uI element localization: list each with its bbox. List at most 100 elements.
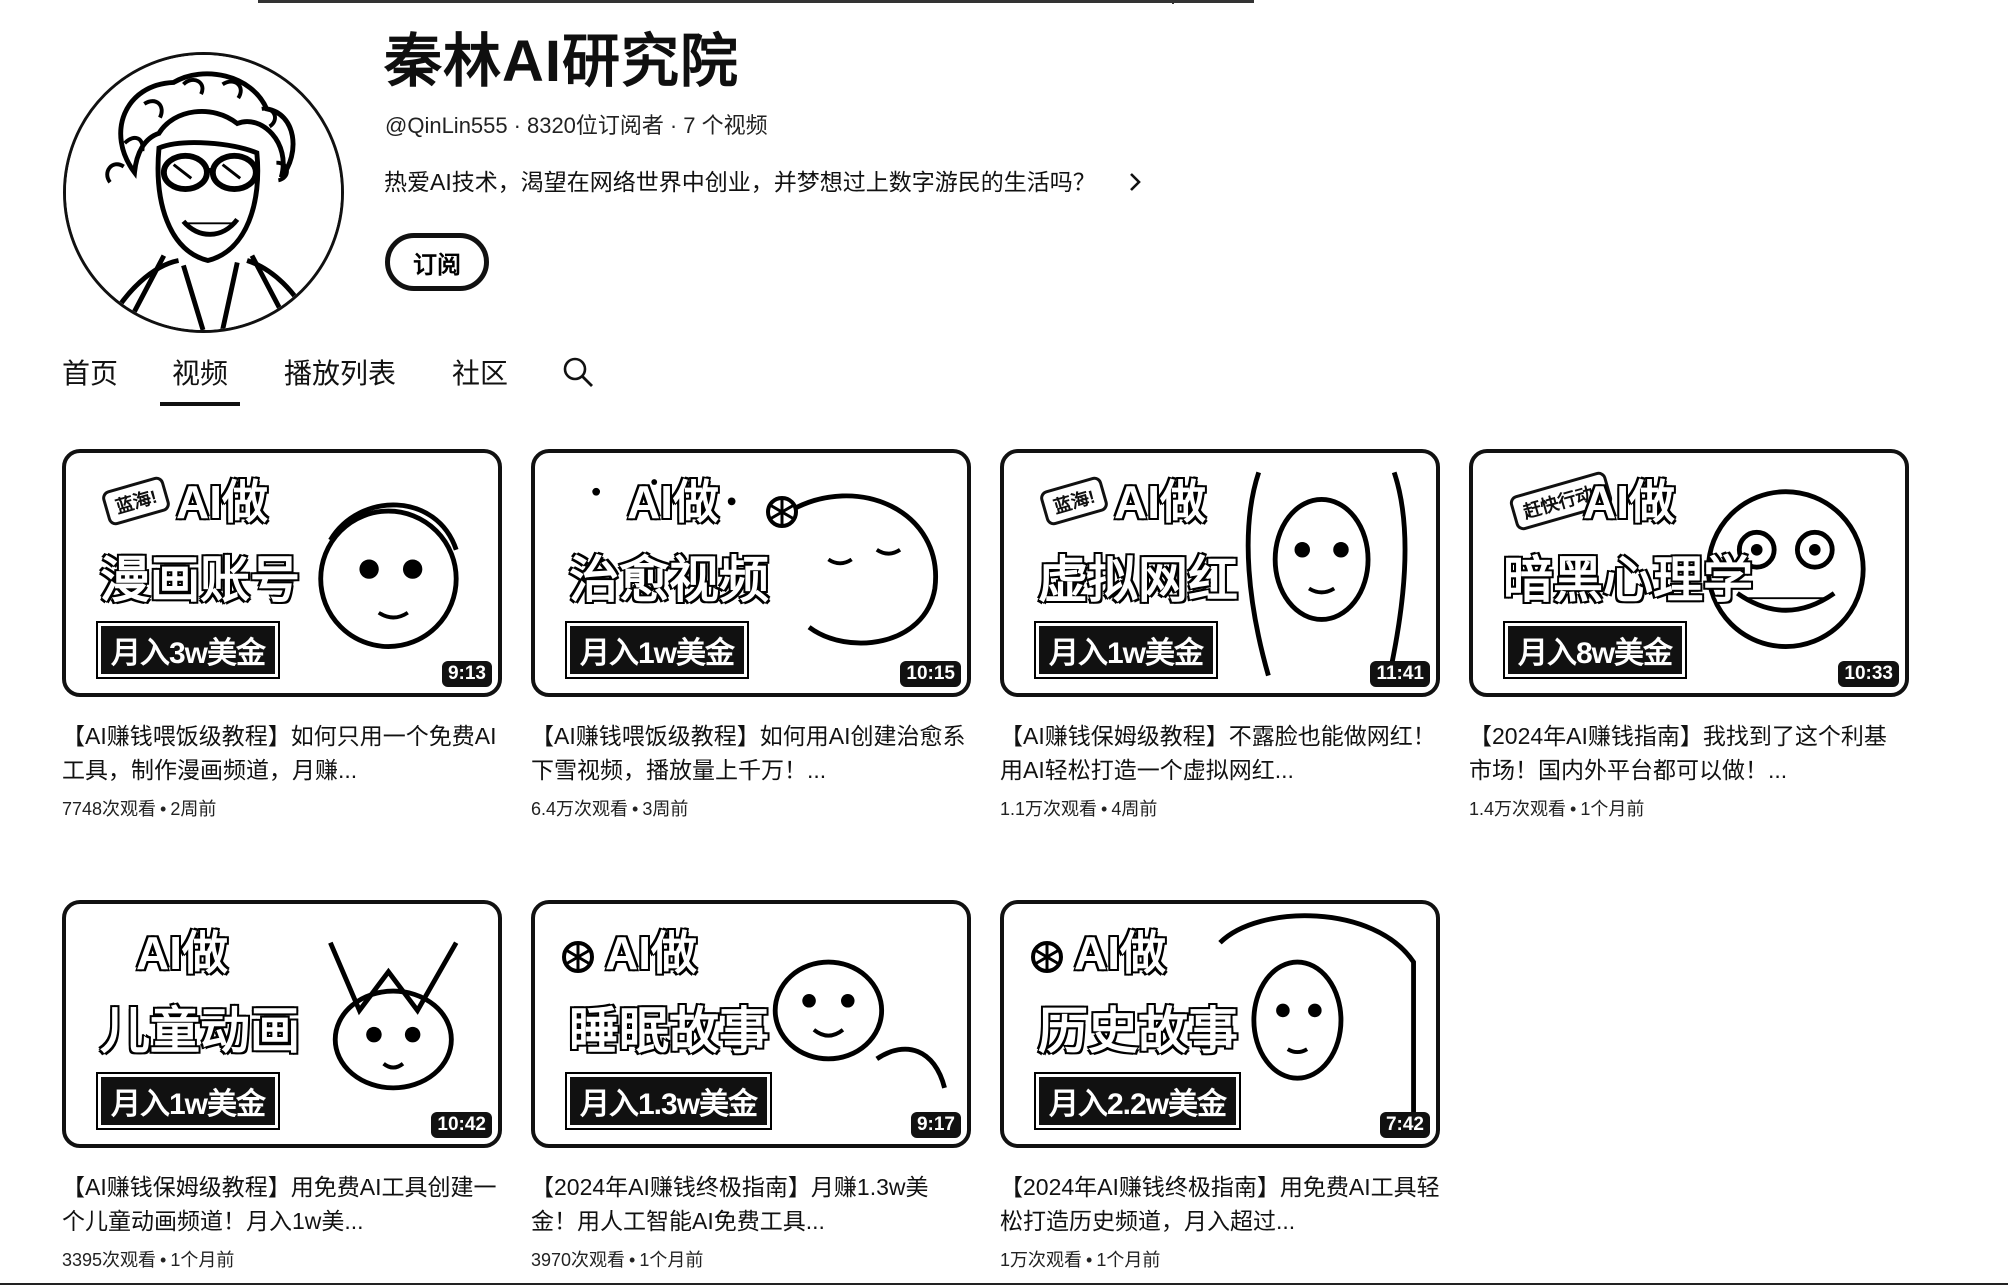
search-icon[interactable] (562, 356, 594, 388)
tab-videos[interactable]: 视频 (160, 340, 241, 406)
tab-home[interactable]: 首页 (62, 340, 118, 404)
video-thumbnail[interactable]: AI做 儿童动画 月入1w美金 10:42 (62, 900, 502, 1148)
video-stats: 6.4万次观看 • 3周前 (531, 795, 971, 821)
thumbnail-tagline: 月入1w美金 (95, 1072, 281, 1130)
thumbnail-headline: AI做 (135, 927, 229, 979)
thumbnail-subheadline: 漫画账号 (99, 552, 301, 609)
thumbnail-tagline: 月入1w美金 (1033, 621, 1219, 679)
meta-separator: · (669, 113, 678, 138)
tab-label: 首页 (62, 358, 119, 389)
thumbnail-headline: AI做 (175, 476, 269, 528)
thumbnail-headline: AI做 (604, 927, 698, 979)
channel-meta: @QinLin555 · 8320位订阅者 · 7 个视频 (385, 112, 768, 140)
stats-separator: • (160, 1250, 167, 1270)
stats-separator: • (160, 799, 167, 819)
video-thumbnail[interactable]: 蓝海! AI做 漫画账号 月入3w美金 9:13 (62, 449, 502, 697)
openai-logo-icon (562, 941, 594, 973)
video-duration: 10:33 (1838, 661, 1899, 687)
thumbnail-subheadline: 儿童动画 (99, 1003, 301, 1060)
view-count: 3970次观看 (531, 1250, 626, 1270)
meta-separator: · (513, 113, 521, 138)
video-duration: 10:15 (900, 661, 961, 687)
video-title[interactable]: 【AI赚钱保姆级教程】不露脸也能做网红！用AI轻松打造一个虚拟网红... (1000, 719, 1440, 787)
stats-separator: • (632, 799, 639, 819)
thumbnail-subheadline: 历史故事 (1037, 1003, 1239, 1060)
thumbnail-headline: AI做 (1582, 476, 1676, 528)
tab-playlists[interactable]: 播放列表 (284, 340, 396, 404)
thumbnail-subheadline: 虚拟网红 (1037, 552, 1239, 609)
video-title[interactable]: 【AI赚钱喂饭级教程】如何只用一个免费AI工具，制作漫画频道，月赚... (62, 719, 502, 787)
thumbnail-headline: AI做 (1113, 476, 1207, 528)
video-duration: 9:13 (441, 661, 492, 687)
thumbnail-headline: AI做 (1073, 927, 1167, 979)
view-count: 6.4万次观看 (531, 799, 629, 819)
bottom-divider (0, 1283, 2008, 1285)
video-duration: 11:41 (1370, 661, 1430, 687)
video-thumbnail[interactable]: AI做 治愈视频 月入1w美金 10:15 (531, 449, 971, 697)
thumbnail-subheadline: 暗黑心理学 (1502, 552, 1754, 609)
video-count: 7 个视频 (683, 113, 768, 138)
view-count: 7748次观看 (62, 799, 157, 819)
view-count: 1.1万次观看 (1000, 799, 1098, 819)
view-count: 3395次观看 (62, 1250, 157, 1270)
video-title[interactable]: 【AI赚钱保姆级教程】用免费AI工具创建一个儿童动画频道！月入1w美... (62, 1170, 502, 1238)
tab-community[interactable]: 社区 (452, 340, 508, 404)
video-title[interactable]: 【2024年AI赚钱指南】我找到了这个利基市场！国内外平台都可以做！... (1469, 719, 1909, 787)
channel-tabs: 首页 视频 播放列表 社区 (62, 340, 594, 406)
view-count: 1.4万次观看 (1469, 799, 1567, 819)
video-title[interactable]: 【2024年AI赚钱终极指南】用免费AI工具轻松打造历史频道，月入超过... (1000, 1170, 1440, 1238)
upload-age: 4周前 (1111, 799, 1158, 819)
thumbnail-subheadline: 治愈视频 (568, 552, 770, 609)
video-title[interactable]: 【2024年AI赚钱终极指南】月赚1.3w美金！用人工智能AI免费工具... (531, 1170, 971, 1238)
video-stats: 7748次观看 • 2周前 (62, 795, 502, 821)
chevron-right-icon[interactable] (1124, 171, 1146, 193)
openai-logo-icon (766, 496, 798, 528)
channel-handle: @QinLin555 (385, 113, 508, 138)
video-card[interactable]: AI做睡眠故事月入1.3w美金 9:17 【2024年AI赚钱终极指南】月赚1.3w… (531, 900, 971, 1272)
upload-age: 1个月前 (639, 1250, 704, 1270)
stats-separator: • (1570, 799, 1577, 819)
tab-label: 播放列表 (284, 358, 397, 389)
video-stats: 3970次观看 • 1个月前 (531, 1246, 971, 1272)
subscribe-button[interactable]: 订阅 (385, 233, 489, 291)
thumbnail-subheadline: 睡眠故事 (568, 1003, 770, 1060)
video-duration: 7:42 (1379, 1112, 1430, 1138)
subscriber-count: 8320位订阅者 (526, 113, 664, 138)
video-thumbnail[interactable]: 赶快行动! AI做 暗黑心理学 月入8w美金 10:33 (1469, 449, 1909, 697)
channel-description-text: 热爱AI技术，渴望在网络世界中创业，并梦想过上数字游民的生活吗？ (384, 169, 1096, 195)
video-card[interactable]: 蓝海! AI做 虚拟网红 月入1w美金 11:41 【AI赚钱保姆级教程】不露脸也能做网红… (1000, 449, 1440, 821)
upload-age: 2周前 (170, 799, 217, 819)
video-card[interactable]: 蓝海! AI做 漫画账号 月入3w美金 9:13 【AI赚钱喂饭级教程】如何只用一个免费A… (62, 449, 502, 821)
top-divider (258, 0, 1254, 4)
stats-separator: • (629, 1250, 636, 1270)
view-count: 1万次观看 (1000, 1250, 1083, 1270)
video-thumbnail[interactable]: AI做 历史故事 月入2.2w美金 7:42 (1000, 900, 1440, 1148)
thumbnail-tagline: 月入1.3w美金 (564, 1072, 773, 1130)
upload-age: 1个月前 (1096, 1250, 1161, 1270)
video-duration: 9:17 (910, 1112, 961, 1138)
openai-logo-icon (1031, 941, 1063, 973)
tab-label: 社区 (452, 358, 509, 389)
channel-avatar[interactable] (63, 52, 344, 333)
video-stats: 1.4万次观看 • 1个月前 (1469, 795, 1909, 821)
video-card[interactable]: AI做 治愈视频 月入1w美金 10:15 【AI赚钱喂饭级教程】如何用AI创建治愈系下… (531, 449, 971, 821)
channel-description[interactable]: 热爱AI技术，渴望在网络世界中创业，并梦想过上数字游民的生活吗？ (384, 167, 1146, 197)
channel-name: 秦林AI研究院 (384, 29, 740, 94)
video-stats: 1.1万次观看 • 4周前 (1000, 795, 1440, 821)
video-thumbnail[interactable]: AI做睡眠故事月入1.3w美金 9:17 (531, 900, 971, 1148)
stats-separator: • (1086, 1250, 1093, 1270)
video-card[interactable]: 赶快行动! AI做 暗黑心理学 月入8w美金 10:33 【2024年AI赚钱指南】我找到… (1469, 449, 1909, 821)
video-card[interactable]: AI做 历史故事 月入2.2w美金 7:42 【2024年AI赚钱终极指南】用免费AI工… (1000, 900, 1440, 1272)
video-thumbnail[interactable]: 蓝海! AI做 虚拟网红 月入1w美金 11:41 (1000, 449, 1440, 697)
thumbnail-tagline: 月入8w美金 (1502, 621, 1688, 679)
video-card[interactable]: AI做 儿童动画 月入1w美金 10:42 【AI赚钱保姆级教程】用免费AI工具创建一个… (62, 900, 502, 1272)
video-title[interactable]: 【AI赚钱喂饭级教程】如何用AI创建治愈系下雪视频，播放量上千万！... (531, 719, 971, 787)
upload-age: 1个月前 (1580, 799, 1645, 819)
stats-separator: • (1101, 799, 1108, 819)
video-stats: 1万次观看 • 1个月前 (1000, 1246, 1440, 1272)
thumbnail-headline: AI做 (626, 476, 720, 528)
upload-age: 3周前 (642, 799, 689, 819)
thumbnail-tagline: 月入3w美金 (95, 621, 281, 679)
tab-label: 视频 (172, 358, 229, 389)
video-stats: 3395次观看 • 1个月前 (62, 1246, 502, 1272)
